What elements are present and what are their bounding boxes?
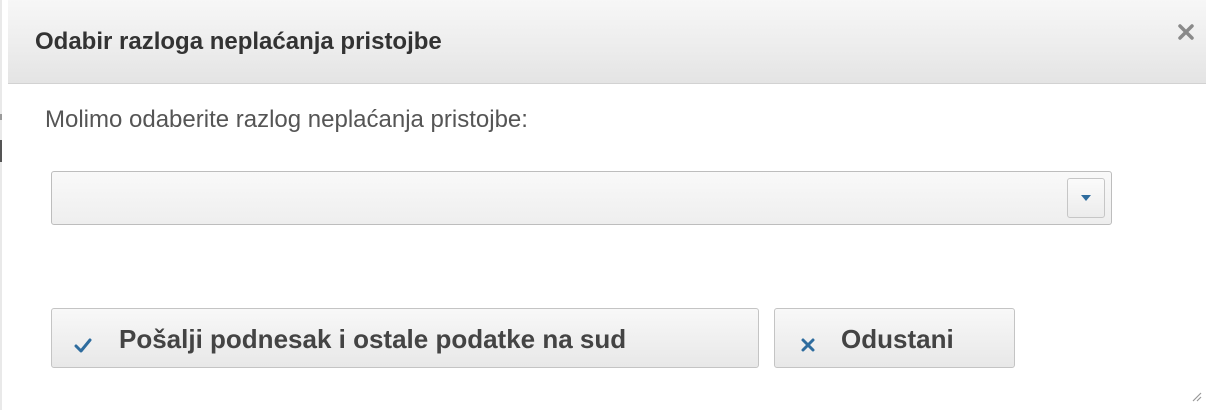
send-submission-button-label: Pošalji podnesak i ostale podatke na sud [119,324,627,354]
cancel-button[interactable]: Odustani [774,308,1015,368]
checkmark-icon [74,330,92,353]
edge-mark [0,114,2,120]
send-submission-button[interactable]: Pošalji podnesak i ostale podatke na sud [51,308,759,368]
x-icon [799,330,817,352]
caret-down-icon[interactable] [1067,178,1105,218]
background-page-edge [0,0,8,410]
dialog-titlebar[interactable]: Odabir razloga neplaćanja pristojbe [8,0,1206,84]
edge-mark [0,140,2,162]
reason-select[interactable] [51,171,1112,225]
cancel-button-label: Odustani [841,324,954,354]
dialog-title: Odabir razloga neplaćanja pristojbe [35,28,442,55]
dialog-prompt: Molimo odaberite razlog neplaćanja prist… [45,106,528,133]
edge-line [0,0,2,410]
close-icon[interactable] [1174,20,1198,44]
reason-dialog: Odabir razloga neplaćanja pristojbe Moli… [8,0,1206,410]
page: Odabir razloga neplaćanja pristojbe Moli… [0,0,1206,410]
resize-grip-icon[interactable] [1188,388,1202,402]
